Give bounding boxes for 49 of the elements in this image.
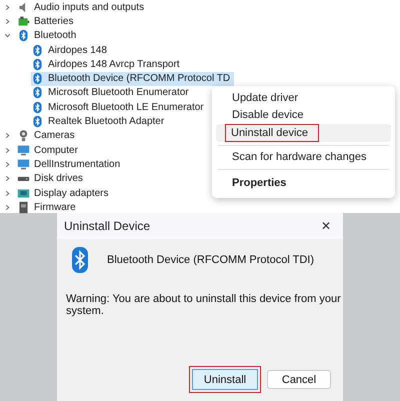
- uninstall-button[interactable]: Uninstall: [189, 366, 261, 393]
- menu-item[interactable]: Properties: [216, 173, 391, 193]
- tree-item[interactable]: Realtek Bluetooth Adapter: [31, 114, 168, 129]
- menu-item[interactable]: Scan for hardware changes: [216, 148, 391, 166]
- battery-icon: [17, 14, 30, 28]
- display-card-icon: [17, 186, 30, 200]
- tree-item[interactable]: DellInstrumentation: [34, 158, 120, 170]
- bluetooth-icon: [31, 115, 44, 128]
- tree-item[interactable]: Disk drives: [34, 173, 83, 184]
- warning-text: Warning: You are about to uninstall this device from your system.: [66, 293, 342, 317]
- tree-item[interactable]: Microsoft Bluetooth Enumerator: [31, 86, 193, 100]
- menu-item[interactable]: Update driver: [216, 89, 391, 106]
- chevron-icon[interactable]: [4, 132, 11, 140]
- tree-item[interactable]: Cameras: [34, 130, 75, 142]
- menu-item[interactable]: Uninstall device: [216, 124, 391, 142]
- chevron-icon[interactable]: [4, 32, 11, 40]
- chevron-icon[interactable]: [4, 175, 11, 182]
- monitor-icon: [17, 158, 30, 171]
- menu-item[interactable]: Disable device: [216, 106, 391, 124]
- tree-item[interactable]: Display adapters: [34, 188, 108, 198]
- dialog-title: Uninstall Device: [64, 219, 150, 233]
- bluetooth-icon: [72, 247, 88, 273]
- tree-item[interactable]: Microsoft Bluetooth LE Enumerator: [31, 100, 208, 114]
- tree-item[interactable]: Bluetooth: [34, 30, 76, 42]
- bluetooth-icon: [17, 29, 30, 42]
- bluetooth-icon: [31, 44, 44, 57]
- chevron-icon[interactable]: [4, 146, 11, 154]
- bluetooth-icon: [31, 72, 44, 86]
- chevron-icon[interactable]: [4, 160, 11, 168]
- selected-tree-item[interactable]: Bluetooth Device (RFCOMM Protocol TD: [31, 72, 234, 86]
- tree-item[interactable]: Batteries: [34, 16, 74, 27]
- tree-item[interactable]: Firmware: [34, 202, 76, 213]
- bluetooth-icon: [31, 58, 44, 71]
- tree-item[interactable]: Airdopes 148: [31, 43, 111, 58]
- tree-item[interactable]: Computer: [34, 144, 78, 156]
- cancel-button[interactable]: Cancel: [267, 370, 331, 389]
- tree-item[interactable]: Audio inputs and outputs: [34, 2, 144, 13]
- device-name: Bluetooth Device (RFCOMM Protocol TDI): [107, 254, 314, 266]
- webcam-icon: [17, 129, 30, 142]
- bluetooth-icon: [31, 100, 44, 114]
- monitor-icon: [17, 144, 30, 157]
- tree-item[interactable]: Airdopes 148 Avrcp Transport: [31, 57, 184, 72]
- chevron-icon[interactable]: [4, 190, 11, 196]
- chevron-icon[interactable]: [4, 18, 11, 25]
- chevron-icon[interactable]: [4, 204, 11, 211]
- chip-icon: [17, 200, 30, 214]
- chevron-icon[interactable]: [4, 4, 11, 11]
- bluetooth-icon: [31, 86, 44, 100]
- close-button[interactable]: ✕: [316, 219, 335, 233]
